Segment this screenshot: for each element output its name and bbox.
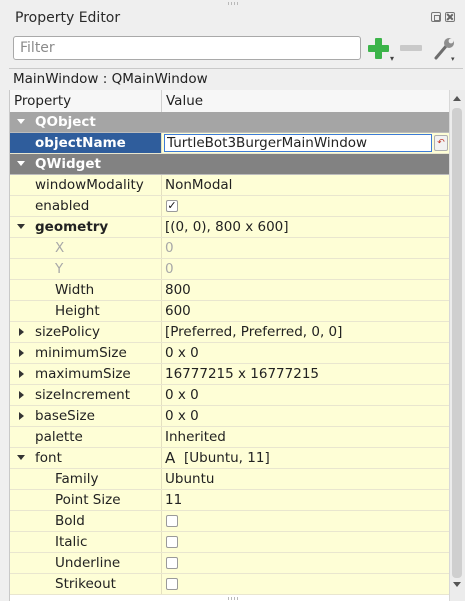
table-row[interactable]: Italic	[10, 532, 450, 553]
table-row[interactable]: windowModality NonModal	[10, 175, 450, 196]
vertical-scrollbar[interactable]	[449, 90, 465, 601]
font-icon: A	[165, 449, 176, 467]
underline-checkbox[interactable]	[166, 557, 178, 569]
chevron-down-icon[interactable]	[17, 455, 25, 460]
table-row[interactable]: sizeIncrement 0 x 0	[10, 385, 450, 406]
float-icon[interactable]	[431, 12, 441, 22]
class-label: MainWindow : QMainWindow	[9, 68, 463, 89]
minus-icon[interactable]	[400, 45, 422, 51]
title-buttons	[431, 12, 455, 22]
objectname-field[interactable]	[164, 134, 432, 152]
column-header-property[interactable]: Property	[10, 90, 162, 112]
table-row[interactable]: baseSize 0 x 0	[10, 406, 450, 427]
table-row[interactable]: Family Ubuntu	[10, 469, 450, 490]
chevron-right-icon[interactable]	[19, 328, 24, 336]
panel-title: Property Editor	[15, 10, 121, 26]
table-row[interactable]: Strikeout	[10, 574, 450, 595]
strikeout-checkbox[interactable]	[166, 578, 178, 590]
table-row[interactable]: enabled ✓	[10, 196, 450, 217]
wrench-icon[interactable]: ▾	[432, 36, 456, 63]
plus-icon[interactable]: ▾	[366, 36, 394, 63]
chevron-down-icon[interactable]	[17, 224, 25, 229]
table-row[interactable]: Height 600	[10, 301, 450, 322]
enabled-checkbox[interactable]: ✓	[166, 200, 178, 212]
table-row[interactable]: minimumSize 0 x 0	[10, 343, 450, 364]
reset-icon[interactable]: ↶	[434, 135, 448, 151]
top-grip	[228, 2, 240, 5]
chevron-right-icon[interactable]	[19, 391, 24, 399]
table-row[interactable]: maximumSize 16777215 x 16777215	[10, 364, 450, 385]
scrollbar-thumb[interactable]	[452, 108, 462, 578]
table-header: Property Value	[10, 90, 450, 113]
italic-checkbox[interactable]	[166, 536, 178, 548]
chevron-down-icon[interactable]	[17, 119, 25, 124]
close-icon[interactable]	[445, 12, 455, 22]
filter-input[interactable]	[13, 36, 361, 60]
svg-text:▾: ▾	[451, 55, 455, 62]
table-row[interactable]: Y 0	[10, 259, 450, 280]
chevron-right-icon[interactable]	[19, 349, 24, 357]
chevron-right-icon[interactable]	[19, 370, 24, 378]
table-row[interactable]: Width 800	[10, 280, 450, 301]
group-qwidget[interactable]: QWidget	[10, 154, 450, 175]
bold-checkbox[interactable]	[166, 515, 178, 527]
table-row[interactable]: Bold	[10, 511, 450, 532]
table-row[interactable]: palette Inherited	[10, 427, 450, 448]
table-row[interactable]: Underline	[10, 553, 450, 574]
chevron-right-icon[interactable]	[19, 412, 24, 420]
table-row[interactable]: objectName ↶	[10, 133, 450, 154]
scroll-up-icon[interactable]	[453, 96, 461, 101]
property-table: Property Value QObject objectName ↶ QWid…	[9, 90, 465, 601]
group-qobject[interactable]: QObject	[10, 112, 450, 133]
bottom-grip	[228, 597, 240, 600]
chevron-down-icon[interactable]	[17, 161, 25, 166]
property-label: objectName	[35, 135, 126, 151]
table-row[interactable]: Point Size 11	[10, 490, 450, 511]
column-header-value[interactable]: Value	[162, 90, 207, 112]
scroll-down-icon[interactable]	[453, 582, 461, 587]
table-row[interactable]: X 0	[10, 238, 450, 259]
table-row[interactable]: font A [Ubuntu, 11]	[10, 448, 450, 469]
table-row[interactable]: sizePolicy [Preferred, Preferred, 0, 0]	[10, 322, 450, 343]
table-rows: QObject objectName ↶ QWidget windowModal…	[10, 112, 450, 595]
table-row[interactable]: geometry [(0, 0), 800 x 600]	[10, 217, 450, 238]
